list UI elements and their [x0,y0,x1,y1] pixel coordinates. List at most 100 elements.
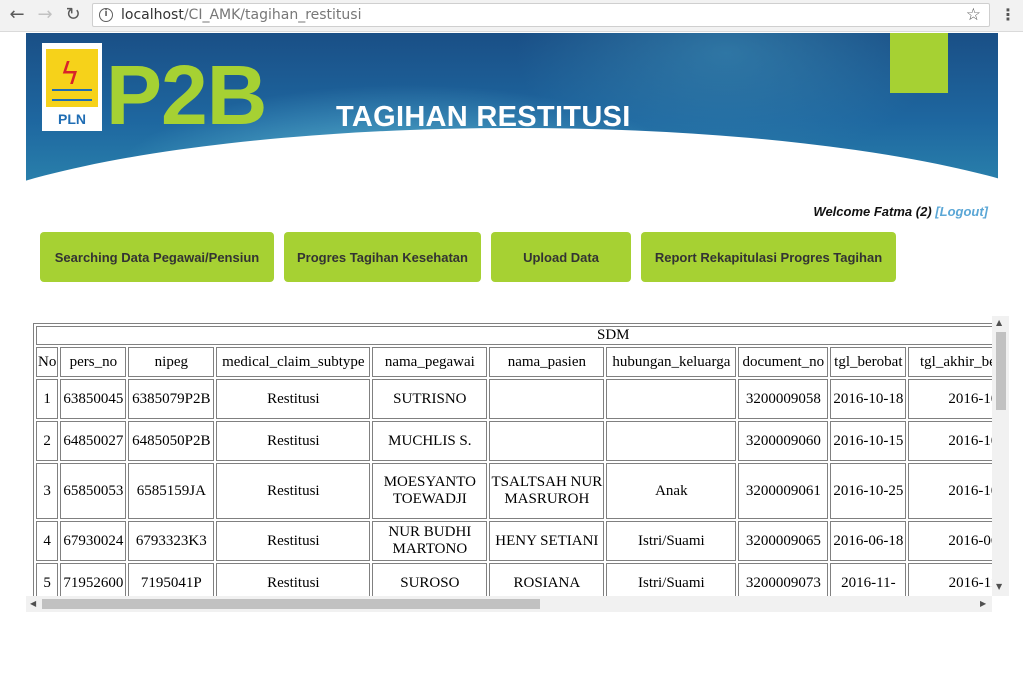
cell-document-no: 3200009060 [738,421,829,461]
pln-logo: ϟ PLN [42,43,102,131]
scroll-left-arrow-icon[interactable]: ◀ [30,599,36,609]
url-text[interactable]: localhost/CI_AMK/tagihan_restitusi [121,7,361,23]
logo-emblem: ϟ [46,49,98,107]
horizontal-scroll-thumb[interactable] [42,599,540,609]
scroll-right-arrow-icon[interactable]: ▶ [980,599,986,609]
col-header-tgl-akhir-berobat: tgl_akhir_berobat [908,347,992,377]
col-header-medical-claim-subtype: medical_claim_subtype [216,347,371,377]
cell-tgl-berobat: 2016-10-15 [830,421,907,461]
col-header-nipeg: nipeg [128,347,215,377]
table-row: 3 65850053 6585159JA Restitusi MOESYANTO… [36,463,992,519]
table-group-header-row: SDM [36,326,992,345]
cell-medical-claim-subtype: Restitusi [216,379,371,419]
cell-no: 2 [36,421,59,461]
cell-document-no: 3200009073 [738,563,829,596]
cell-medical-claim-subtype: Restitusi [216,421,371,461]
table-row: 1 63850045 6385079P2B Restitusi SUTRISNO… [36,379,992,419]
table-viewport[interactable]: SDM No pers_no nipeg medical_claim_subty… [26,316,992,596]
decorative-square [890,33,948,93]
cell-medical-claim-subtype: Restitusi [216,463,371,519]
bookmark-star-icon[interactable]: ☆ [966,5,981,25]
cell-document-no: 3200009065 [738,521,829,561]
header-banner: ϟ PLN P2B TAGIHAN RESTITUSI [26,33,998,193]
cell-nama-pasien [489,379,605,419]
logo-waves-icon [52,89,92,101]
col-header-pers-no: pers_no [60,347,127,377]
cell-hubungan-keluarga: Istri/Suami [606,521,737,561]
cell-tgl-akhir-berobat: 2016-10 [908,421,992,461]
url-host: localhost [121,7,184,23]
back-arrow-icon[interactable]: ← [6,4,28,26]
cell-tgl-berobat: 2016-10-18 [830,379,907,419]
cell-hubungan-keluarga: Istri/Suami [606,563,737,596]
cell-tgl-akhir-berobat: 2016-06 [908,521,992,561]
lightning-bolt-icon: ϟ [60,57,80,92]
col-header-nama-pegawai: nama_pegawai [372,347,488,377]
cell-tgl-akhir-berobat: 2016-10 [908,463,992,519]
cell-nama-pasien [489,421,605,461]
logout-link[interactable]: [Logout] [935,204,988,219]
table-row: 4 67930024 6793323K3 Restitusi NUR BUDHI… [36,521,992,561]
cell-tgl-akhir-berobat: 2016-11 [908,563,992,596]
upload-data-button[interactable]: Upload Data [491,232,631,282]
restitusi-table: SDM No pers_no nipeg medical_claim_subty… [33,323,992,596]
cell-hubungan-keluarga [606,379,737,419]
cell-nama-pegawai: MUCHLIS S. [372,421,488,461]
scroll-up-arrow-icon[interactable]: ▲ [996,318,1002,328]
cell-nipeg: 7195041P [128,563,215,596]
cell-nipeg: 6793323K3 [128,521,215,561]
cell-nama-pasien: ROSIANA [489,563,605,596]
cell-pers-no: 67930024 [60,521,127,561]
welcome-text: Welcome Fatma (2) [813,204,932,219]
cell-medical-claim-subtype: Restitusi [216,521,371,561]
cell-nama-pegawai: SUROSO [372,563,488,596]
forward-arrow-icon[interactable]: → [34,4,56,26]
cell-nama-pasien: TSALTSAH NUR MASRUROH [489,463,605,519]
brand-name: P2B [106,48,267,142]
address-bar[interactable]: i localhost/CI_AMK/tagihan_restitusi ☆ [92,3,990,27]
vertical-scrollbar[interactable]: ▲ ▼ [992,316,1009,596]
cell-document-no: 3200009061 [738,463,829,519]
cell-pers-no: 71952600 [60,563,127,596]
reload-icon[interactable]: ↻ [62,4,84,26]
cell-nipeg: 6485050P2B [128,421,215,461]
horizontal-scrollbar[interactable]: ◀ ▶ [26,596,992,612]
col-header-nama-pasien: nama_pasien [489,347,605,377]
cell-pers-no: 65850053 [60,463,127,519]
table-row: 5 71952600 7195041P Restitusi SUROSO ROS… [36,563,992,596]
cell-hubungan-keluarga [606,421,737,461]
group-header-sdm: SDM [36,326,992,345]
table-header-row: No pers_no nipeg medical_claim_subtype n… [36,347,992,377]
cell-nipeg: 6385079P2B [128,379,215,419]
logo-text: PLN [58,111,86,127]
vertical-scroll-thumb[interactable] [996,332,1006,410]
cell-tgl-berobat: 2016-06-18 [830,521,907,561]
cell-tgl-berobat: 2016-10-25 [830,463,907,519]
info-icon[interactable]: i [99,8,113,22]
welcome-message: Welcome Fatma (2) [Logout] [813,204,988,219]
col-header-hubungan-keluarga: hubungan_keluarga [606,347,737,377]
cell-tgl-berobat: 2016-11- [830,563,907,596]
progres-tagihan-kesehatan-button[interactable]: Progres Tagihan Kesehatan [284,232,481,282]
cell-pers-no: 63850045 [60,379,127,419]
cell-no: 4 [36,521,59,561]
cell-tgl-akhir-berobat: 2016-10 [908,379,992,419]
scroll-down-arrow-icon[interactable]: ▼ [996,582,1002,592]
cell-nama-pegawai: MOESYANTO TOEWADJI [372,463,488,519]
col-header-tgl-berobat: tgl_berobat [830,347,907,377]
col-header-document-no: document_no [738,347,829,377]
cell-nama-pasien: HENY SETIANI [489,521,605,561]
browser-toolbar: ← → ↻ i localhost/CI_AMK/tagihan_restitu… [0,0,1023,32]
cell-nipeg: 6585159JA [128,463,215,519]
cell-nama-pegawai: NUR BUDHI MARTONO [372,521,488,561]
col-header-no: No [36,347,59,377]
url-path: /CI_AMK/tagihan_restitusi [183,7,362,23]
cell-document-no: 3200009058 [738,379,829,419]
cell-no: 3 [36,463,59,519]
cell-hubungan-keluarga: Anak [606,463,737,519]
report-rekapitulasi-button[interactable]: Report Rekapitulasi Progres Tagihan [641,232,896,282]
searching-data-pegawai-button[interactable]: Searching Data Pegawai/Pensiun [40,232,274,282]
table-container: SDM No pers_no nipeg medical_claim_subty… [26,316,1009,612]
cell-nama-pegawai: SUTRISNO [372,379,488,419]
browser-menu-icon[interactable]: ⋮ [1000,5,1016,25]
